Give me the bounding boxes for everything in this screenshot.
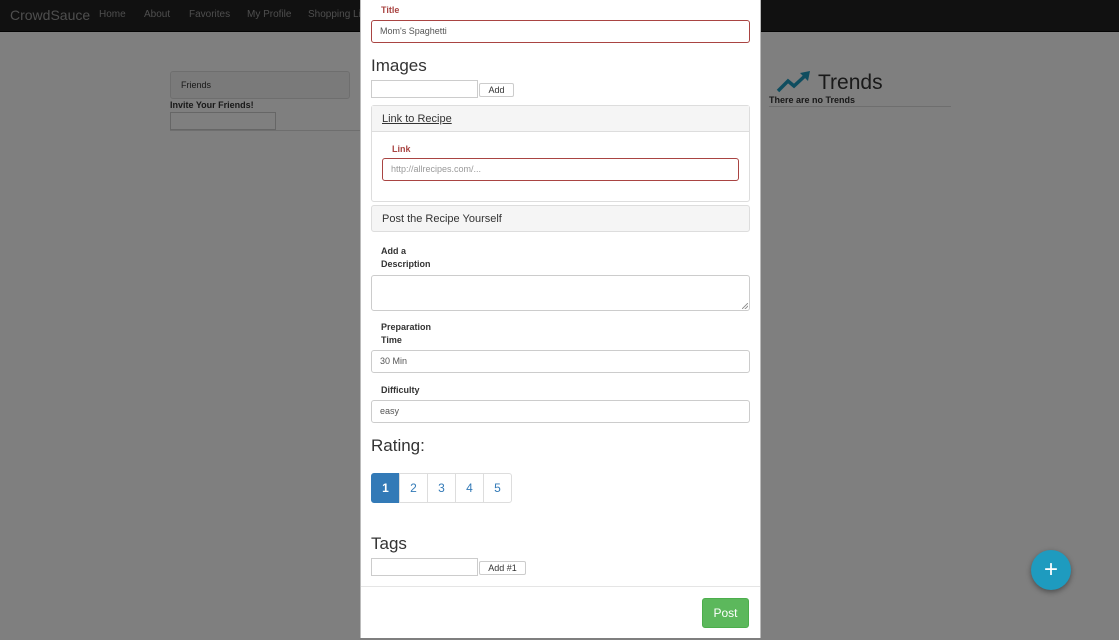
link-input-placeholder: http://allrecipes.com/... [391, 164, 482, 174]
plus-icon: + [1043, 556, 1058, 583]
new-recipe-modal: Title Mom's Spaghetti Images Add Link to… [360, 0, 761, 638]
tags-heading: Tags [371, 534, 407, 553]
rating-option-2[interactable]: 2 [399, 473, 428, 503]
images-heading: Images [371, 56, 427, 75]
difficulty-input[interactable]: easy [371, 400, 750, 423]
description-label-line2: Description [381, 259, 431, 269]
title-input[interactable]: Mom's Spaghetti [371, 20, 750, 43]
rating-option-1[interactable]: 1 [371, 473, 400, 503]
description-label: Add a Description [381, 245, 431, 271]
rating-option-3[interactable]: 3 [427, 473, 456, 503]
link-input[interactable]: http://allrecipes.com/... [382, 158, 739, 181]
link-label: Link [392, 144, 411, 154]
post-yourself-panel[interactable]: Post the Recipe Yourself [371, 205, 750, 232]
prep-time-label-line2: Time [381, 335, 402, 345]
link-recipe-panel: Link to Recipe Link http://allrecipes.co… [371, 105, 750, 202]
prep-time-input[interactable]: 30 Min [371, 350, 750, 373]
rating-heading: Rating: [371, 436, 425, 455]
modal-footer-divider [361, 586, 760, 587]
post-button[interactable]: Post [702, 598, 749, 628]
description-label-line1: Add a [381, 246, 407, 256]
tag-input[interactable] [371, 558, 478, 576]
prep-time-label-line1: Preparation [381, 322, 432, 332]
resize-handle-icon[interactable] [742, 303, 748, 309]
add-image-button[interactable]: Add [479, 83, 514, 97]
title-label: Title [381, 5, 400, 15]
rating-pagination: 1 2 3 4 5 [371, 473, 512, 503]
add-recipe-button[interactable]: + [1031, 550, 1071, 590]
link-recipe-panel-title[interactable]: Link to Recipe [382, 113, 452, 125]
description-textarea[interactable] [371, 275, 750, 311]
add-tag-button[interactable]: Add #1 [479, 561, 526, 575]
difficulty-label: Difficulty [381, 385, 420, 395]
rating-option-5[interactable]: 5 [483, 473, 512, 503]
link-recipe-panel-heading[interactable]: Link to Recipe [372, 106, 749, 132]
rating-option-4[interactable]: 4 [455, 473, 484, 503]
image-url-input[interactable] [371, 80, 478, 98]
prep-time-label: Preparation Time [381, 321, 431, 347]
post-yourself-panel-title[interactable]: Post the Recipe Yourself [382, 213, 502, 225]
